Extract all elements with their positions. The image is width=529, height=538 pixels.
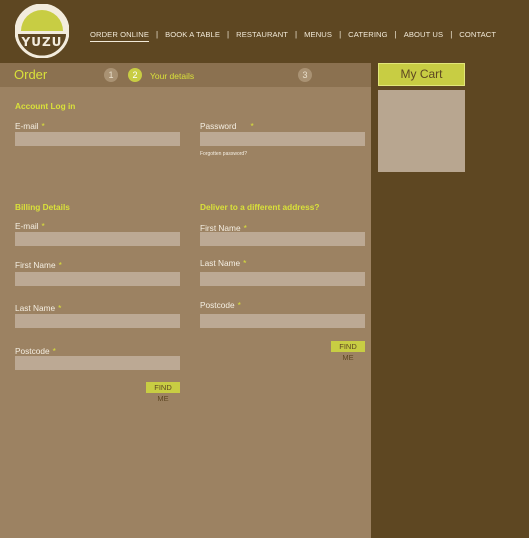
account-login-title: Account Log in [15, 101, 76, 111]
nav-separator: | [295, 29, 298, 39]
nav-menus[interactable]: MENUS [304, 30, 332, 39]
login-password-input[interactable] [200, 132, 365, 146]
delivery-postcode-label: Postcode * [200, 300, 241, 310]
nav-separator: | [227, 29, 230, 39]
billing-email-input[interactable] [15, 232, 180, 246]
main-nav: ORDER ONLINE | BOOK A TABLE | RESTAURANT… [90, 27, 496, 42]
delivery-first-name-input[interactable] [200, 232, 365, 246]
nav-contact[interactable]: CONTACT [459, 30, 496, 39]
required-marker: * [58, 260, 62, 270]
delivery-postcode-label-text: Postcode [200, 300, 235, 310]
required-marker: * [243, 258, 247, 268]
nav-separator: | [394, 29, 397, 39]
nav-order-online[interactable]: ORDER ONLINE [90, 30, 150, 42]
step-2-label: Your details [150, 71, 195, 81]
nav-about-us[interactable]: ABOUT US [404, 30, 443, 39]
login-password-label-text: Password [200, 121, 237, 131]
nav-separator: | [339, 29, 342, 39]
required-marker: * [58, 303, 62, 313]
billing-postcode-label: Postcode * [15, 346, 56, 356]
page-title: Order [14, 67, 48, 82]
required-marker: * [250, 121, 254, 131]
nav-restaurant[interactable]: RESTAURANT [236, 30, 288, 39]
logo-mark-icon [14, 3, 70, 59]
billing-email-label-text: E-mail [15, 221, 39, 231]
billing-last-name-input[interactable] [15, 314, 180, 328]
delivery-postcode-input[interactable] [200, 314, 365, 328]
nav-book-a-table[interactable]: BOOK A TABLE [165, 30, 220, 39]
billing-find-me-button[interactable]: FIND ME [146, 382, 180, 403]
login-email-label: E-mail * [15, 121, 45, 131]
cart-contents [378, 90, 465, 172]
login-email-label-text: E-mail [15, 121, 39, 131]
billing-last-name-label-text: Last Name [15, 303, 56, 313]
my-cart-header[interactable]: My Cart [378, 63, 465, 86]
yuzu-logo[interactable]: YUZU [14, 3, 70, 59]
billing-details-title: Billing Details [15, 202, 70, 212]
delivery-last-name-label-text: Last Name [200, 258, 241, 268]
login-email-input[interactable] [15, 132, 180, 146]
billing-postcode-label-text: Postcode [15, 346, 50, 356]
required-marker: * [52, 346, 56, 356]
delivery-last-name-label: Last Name * [200, 258, 246, 268]
required-marker: * [41, 221, 45, 231]
login-password-label: Password * [200, 121, 254, 131]
step-2-indicator[interactable]: 2 [128, 68, 142, 82]
billing-first-name-label-text: First Name [15, 260, 56, 270]
billing-first-name-label: First Name * [15, 260, 62, 270]
nav-separator: | [156, 29, 159, 39]
delivery-address-title[interactable]: Deliver to a different address? [200, 202, 319, 212]
billing-email-label: E-mail * [15, 221, 45, 231]
logo-text: YUZU [21, 35, 63, 49]
forgot-password-link[interactable]: Forgotten password? [200, 151, 247, 157]
step-3-indicator[interactable]: 3 [298, 68, 312, 82]
required-marker: * [237, 300, 241, 310]
nav-catering[interactable]: CATERING [348, 30, 387, 39]
billing-first-name-input[interactable] [15, 272, 180, 286]
billing-postcode-input[interactable] [15, 356, 180, 370]
required-marker: * [41, 121, 45, 131]
delivery-find-me-button[interactable]: FIND ME [331, 341, 365, 362]
step-1-indicator[interactable]: 1 [104, 68, 118, 82]
nav-separator: | [450, 29, 453, 39]
delivery-last-name-input[interactable] [200, 272, 365, 286]
billing-last-name-label: Last Name * [15, 303, 61, 313]
